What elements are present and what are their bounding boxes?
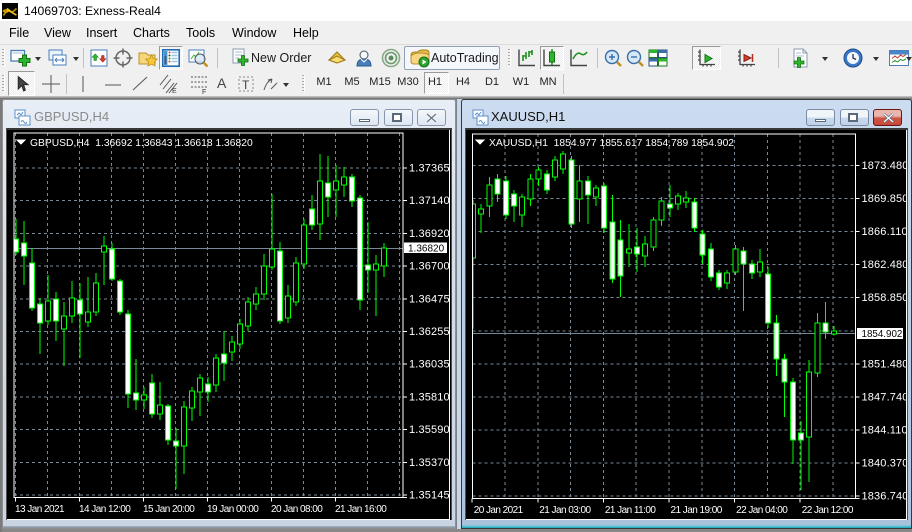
svg-text:1.35590: 1.35590 bbox=[409, 424, 450, 436]
svg-text:21 Jan 16:00: 21 Jan 16:00 bbox=[335, 504, 387, 515]
svg-text:1.35370: 1.35370 bbox=[409, 457, 450, 469]
svg-text:21 Jan 11:00: 21 Jan 11:00 bbox=[605, 505, 656, 516]
svg-text:F: F bbox=[202, 89, 206, 95]
svg-text:1844.110: 1844.110 bbox=[862, 424, 908, 436]
svg-text:1873.480: 1873.480 bbox=[862, 160, 908, 172]
svg-text:1.36820: 1.36820 bbox=[408, 244, 445, 255]
svg-text:1851.480: 1851.480 bbox=[862, 358, 908, 370]
svg-text:1.35145: 1.35145 bbox=[409, 490, 450, 502]
svg-text:1858.850: 1858.850 bbox=[862, 292, 908, 304]
svg-text:1.37140: 1.37140 bbox=[409, 195, 450, 207]
svg-text:T: T bbox=[242, 78, 250, 92]
svg-text:E: E bbox=[172, 88, 177, 95]
svg-text:XAUUSD,H1 1854.977 1855.617 1: XAUUSD,H1 1854.977 1855.617 1854.789 185… bbox=[489, 138, 734, 149]
svg-text:19 Jan 00:00: 19 Jan 00:00 bbox=[207, 504, 259, 515]
svg-text:1.36700: 1.36700 bbox=[409, 261, 450, 273]
svg-text:13 Jan 2021: 13 Jan 2021 bbox=[15, 504, 65, 515]
svg-text:1.36475: 1.36475 bbox=[409, 293, 450, 305]
svg-text:1.36255: 1.36255 bbox=[409, 326, 450, 338]
svg-text:1847.740: 1847.740 bbox=[862, 391, 908, 403]
svg-text:1862.480: 1862.480 bbox=[862, 259, 908, 271]
svg-text:15 Jan 20:00: 15 Jan 20:00 bbox=[143, 504, 195, 515]
svg-text:1.36920: 1.36920 bbox=[409, 228, 450, 240]
svg-text:1.37365: 1.37365 bbox=[409, 163, 450, 175]
svg-text:GBPUSD,H4 1.36692 1.36843 1.3: GBPUSD,H4 1.36692 1.36843 1.36618 1.3682… bbox=[30, 138, 253, 149]
svg-text:1869.850: 1869.850 bbox=[862, 193, 908, 205]
svg-text:1836.740: 1836.740 bbox=[862, 491, 908, 503]
svg-text:20 Jan 08:00: 20 Jan 08:00 bbox=[271, 504, 323, 515]
svg-text:21 Jan 03:00: 21 Jan 03:00 bbox=[539, 505, 591, 516]
svg-text:22 Jan 04:00: 22 Jan 04:00 bbox=[736, 505, 788, 516]
svg-text:1.36035: 1.36035 bbox=[409, 359, 450, 371]
svg-text:14 Jan 12:00: 14 Jan 12:00 bbox=[79, 504, 131, 515]
svg-text:21 Jan 19:00: 21 Jan 19:00 bbox=[671, 505, 723, 516]
svg-text:1866.110: 1866.110 bbox=[862, 226, 908, 238]
svg-text:1854.902: 1854.902 bbox=[862, 329, 903, 340]
svg-text:20 Jan 2021: 20 Jan 2021 bbox=[474, 505, 524, 516]
svg-text:22 Jan 12:00: 22 Jan 12:00 bbox=[802, 505, 854, 516]
svg-text:1840.370: 1840.370 bbox=[862, 457, 908, 469]
svg-text:1.35810: 1.35810 bbox=[409, 391, 450, 403]
